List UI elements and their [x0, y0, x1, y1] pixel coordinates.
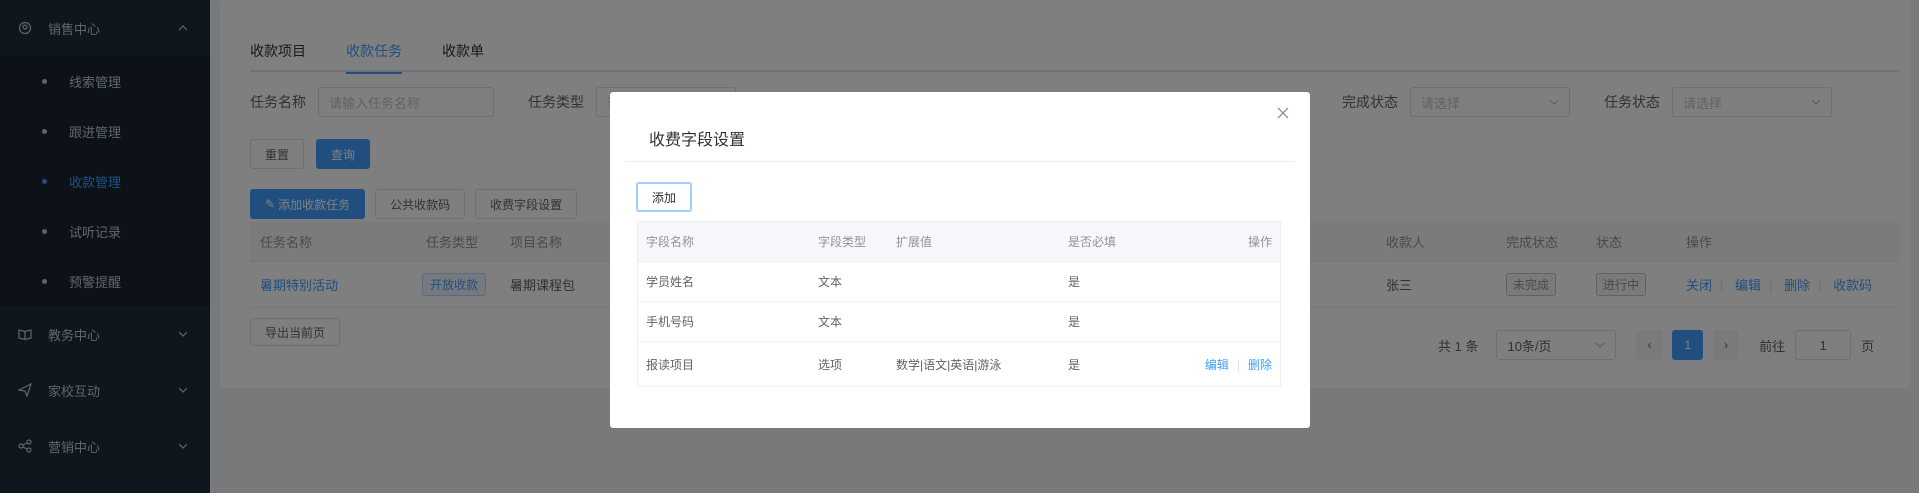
table-row: 学员姓名 文本 是 — [638, 262, 1280, 302]
col-header-field-type: 字段类型 — [818, 235, 867, 249]
field-table: 字段名称 字段类型 扩展值 是否必填 操作 学员姓名 文本 是 手机号码 文本 … — [637, 221, 1281, 387]
delete-field-link[interactable]: 删除 — [1248, 358, 1272, 372]
col-header-field-name: 字段名称 — [646, 235, 695, 249]
field-name: 手机号码 — [646, 315, 695, 329]
field-required: 是 — [1068, 275, 1081, 289]
dialog-title: 收费字段设置 — [649, 132, 746, 149]
field-type: 选项 — [818, 357, 843, 372]
field-required: 是 — [1068, 315, 1081, 329]
col-header-extension: 扩展值 — [896, 235, 933, 249]
field-extension: 数学|语文|英语|游泳 — [896, 357, 1002, 372]
dialog-divider — [625, 161, 1295, 162]
table-row: 报读项目 选项 数学|语文|英语|游泳 是 编辑 | 删除 — [638, 342, 1280, 386]
field-type: 文本 — [818, 315, 843, 329]
col-header-required: 是否必填 — [1068, 235, 1117, 249]
field-name: 报读项目 — [646, 357, 695, 372]
edit-field-link[interactable]: 编辑 — [1205, 358, 1229, 372]
close-icon[interactable] — [1276, 106, 1292, 122]
field-name: 学员姓名 — [646, 275, 695, 289]
field-row-actions: 编辑 | 删除 — [1205, 356, 1272, 373]
field-required: 是 — [1068, 357, 1081, 372]
col-header-field-ops: 操作 — [1247, 235, 1272, 249]
field-table-header: 字段名称 字段类型 扩展值 是否必填 操作 — [638, 222, 1280, 262]
field-type: 文本 — [818, 275, 843, 289]
separator: | — [1236, 357, 1240, 372]
table-row: 手机号码 文本 是 — [638, 302, 1280, 342]
field-settings-dialog: 收费字段设置 添加 字段名称 字段类型 扩展值 是否必填 操作 学员姓名 文本 … — [610, 92, 1310, 428]
add-field-button[interactable]: 添加 — [636, 182, 693, 212]
